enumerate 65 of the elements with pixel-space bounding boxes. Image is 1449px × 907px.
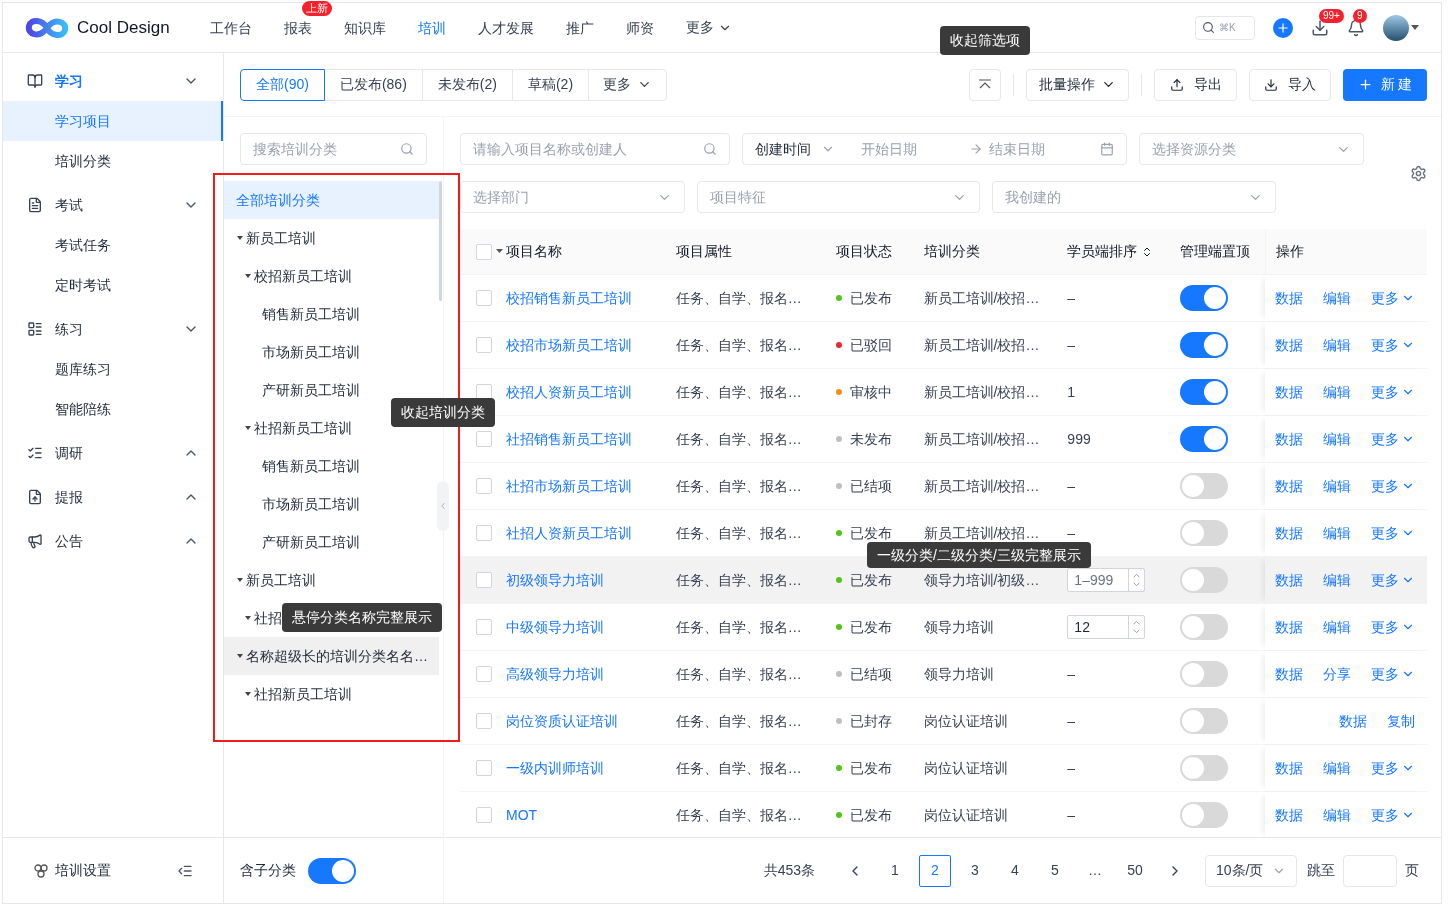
category-text: 新员工培训/校招… [923,383,1040,400]
column-header: 项目名称 [505,242,562,261]
status-label: 已发布 [849,805,892,825]
category-text: 领导力培训 [923,665,994,682]
project-attributes: 任务、自学、报名… [675,571,802,588]
sort-value: – [1067,806,1076,823]
project-attributes: 任务、自学、报名… [675,524,802,541]
sort-value: – [1067,712,1076,729]
status-label: 已结项 [849,664,892,684]
sort-value: – [1067,524,1076,541]
project-attributes: 任务、自学、报名… [675,712,802,729]
column-header: 操作 [1276,242,1305,261]
status-label: 已发布 [849,758,892,778]
status-label: 已发布 [849,523,892,543]
sort-value: – [1067,289,1076,306]
sort-value: 1 [1067,383,1076,400]
category-text: 岗位认证培训 [923,806,1008,823]
tooltip: 收起培训分类 [391,398,495,427]
sort-value: – [1067,477,1076,494]
column-header: 培训分类 [923,242,980,261]
status-label: 已驳回 [849,335,892,355]
total-count: 共453条 [763,861,815,880]
sort-value: 999 [1067,430,1091,447]
count-badge: 99+ [1319,8,1344,23]
sort-value: – [1067,665,1076,682]
status-label: 已发布 [849,288,892,308]
tooltip: 收起筛选项 [940,25,1030,55]
status-label: 审核中 [849,382,892,402]
new-badge: 上新 [302,0,332,16]
project-attributes: 任务、自学、报名… [675,806,802,823]
category-text: 领导力培训 [923,618,994,635]
jump-label: 跳至 [1307,861,1335,880]
status-label: 已封存 [849,711,892,731]
category-text: 新员工培训/校招… [923,524,1040,541]
project-attributes: 任务、自学、报名… [675,665,802,682]
status-label: 未发布 [849,429,892,449]
category-text: 领导力培训/初级… [923,571,1040,588]
brand-name: Cool Design [77,16,170,39]
tooltip: 悬停分类名称完整展示 [282,603,442,632]
project-attributes: 任务、自学、报名… [675,759,802,776]
status-label: 已发布 [849,570,892,590]
sort-value: – [1067,336,1076,353]
project-attributes: 任务、自学、报名… [675,618,802,635]
include-subcategories-label: 含子分类 [240,861,296,880]
status-label: 已结项 [849,476,892,496]
category-text: 新员工培训/校招… [923,477,1040,494]
page-suffix: 页 [1405,861,1419,880]
status-label: 已发布 [849,617,892,637]
category-text: 岗位认证培训 [923,712,1008,729]
project-attributes: 任务、自学、报名… [675,477,802,494]
count-badge: 9 [1353,8,1367,23]
column-header: 项目状态 [835,242,892,261]
category-text: 新员工培训/校招… [923,430,1040,447]
column-header: 学员端排序 [1067,242,1138,261]
tooltip: 一级分类/二级分类/三级完整展示 [867,542,1091,568]
category-text: 岗位认证培训 [923,759,1008,776]
project-attributes: 任务、自学、报名… [675,383,802,400]
sort-value: – [1067,759,1076,776]
category-text: 新员工培训/校招… [923,336,1040,353]
category-text: 新员工培训/校招… [923,289,1040,306]
project-attributes: 任务、自学、报名… [675,336,802,353]
column-header: 项目属性 [675,242,732,261]
column-header: 管理端置顶 [1180,242,1251,261]
project-attributes: 任务、自学、报名… [675,430,802,447]
project-attributes: 任务、自学、报名… [675,289,802,306]
